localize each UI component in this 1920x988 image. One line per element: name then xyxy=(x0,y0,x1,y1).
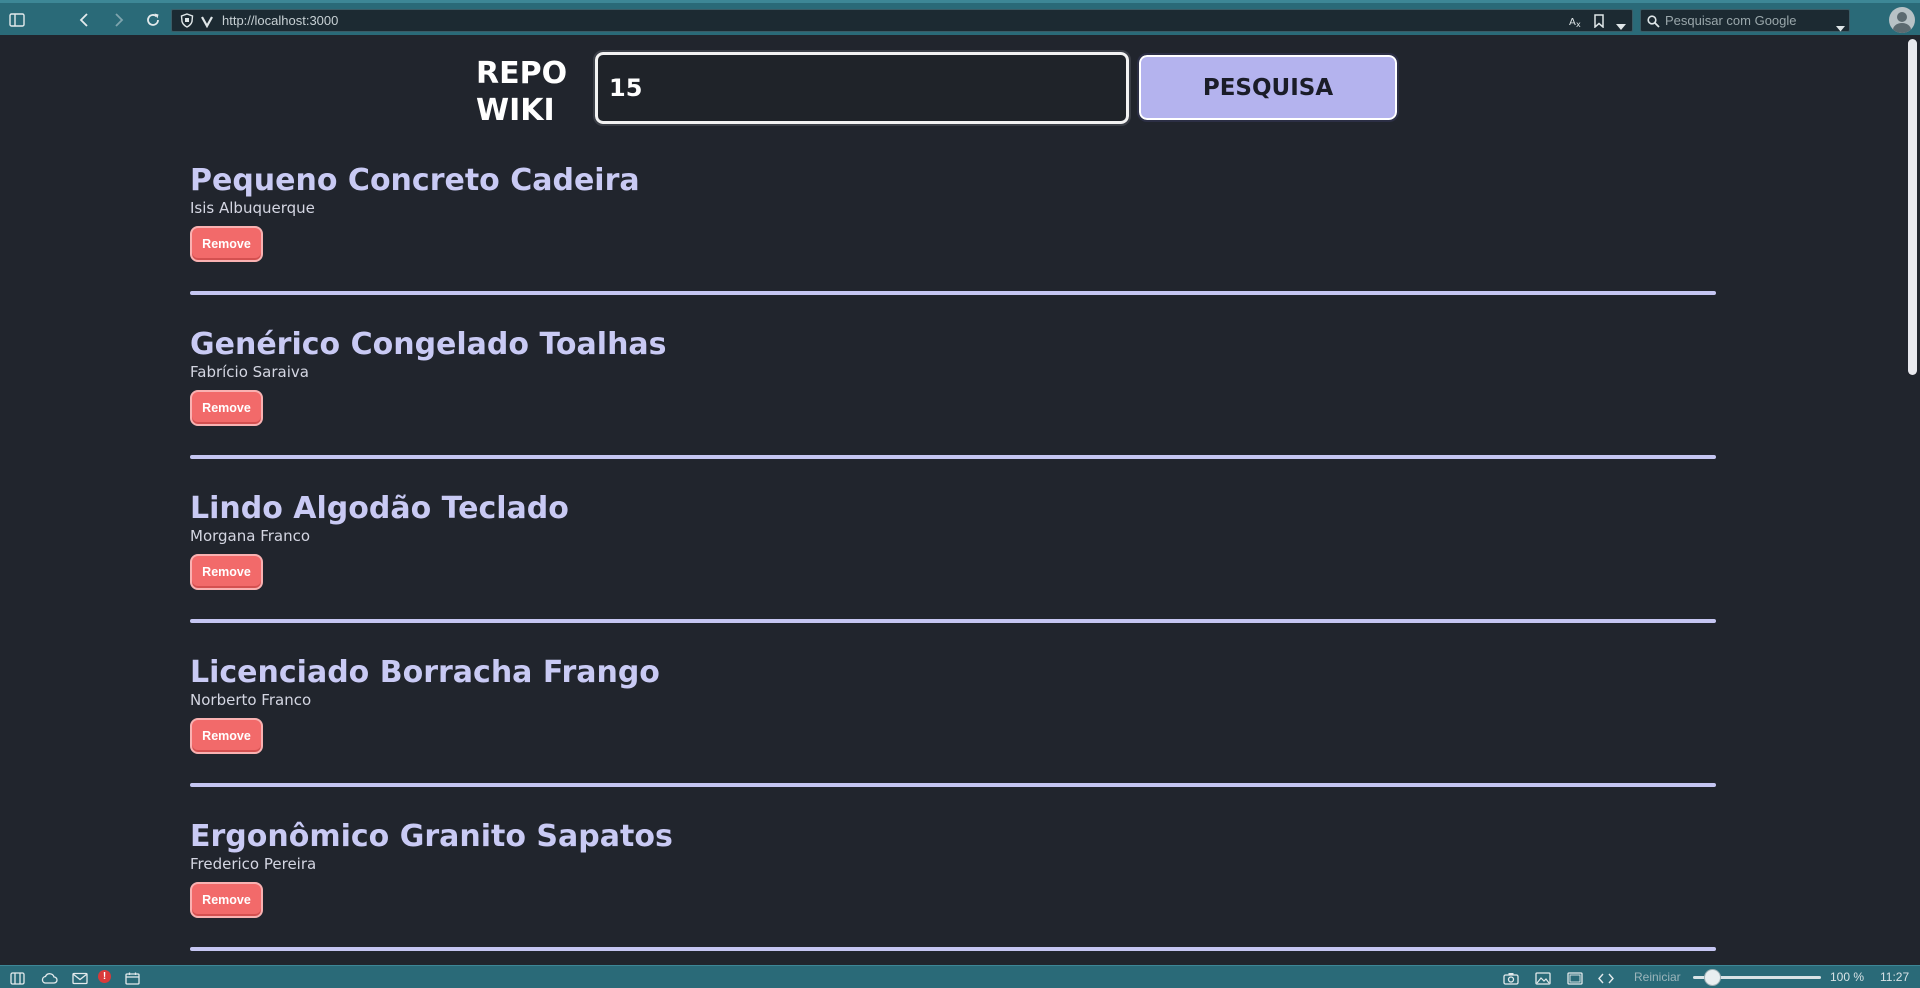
page-tiling-icon[interactable] xyxy=(1567,970,1583,988)
url-text[interactable]: http://localhost:3000 xyxy=(222,13,338,28)
sidebar-toggle-icon[interactable] xyxy=(5,9,29,31)
divider xyxy=(190,455,1716,459)
back-icon[interactable] xyxy=(72,9,96,31)
reload-icon[interactable] xyxy=(141,9,165,31)
remove-button[interactable]: Remove xyxy=(190,226,263,262)
mail-icon[interactable] xyxy=(72,970,88,988)
search-input[interactable] xyxy=(593,50,1131,126)
repo-list: Pequeno Concreto Cadeira Isis Albuquerqu… xyxy=(190,163,1716,965)
sync-cloud-icon[interactable] xyxy=(41,970,58,988)
search-button[interactable]: PESQUISA xyxy=(1137,53,1399,122)
search-engine-dropdown-icon[interactable] xyxy=(1836,17,1845,36)
browser-toolbar: http://localhost:3000 Ax Pesquisar com G… xyxy=(0,0,1920,35)
panel-toggle-icon[interactable] xyxy=(10,970,25,988)
web-search-placeholder: Pesquisar com Google xyxy=(1665,13,1797,28)
list-item: Ergonômico Granito Sapatos Frederico Per… xyxy=(190,819,1716,965)
page-scrollbar[interactable] xyxy=(1905,35,1920,965)
web-search-box[interactable]: Pesquisar com Google xyxy=(1640,9,1850,32)
vivaldi-icon xyxy=(200,13,214,32)
bookmark-icon[interactable] xyxy=(1594,13,1604,32)
remove-button[interactable]: Remove xyxy=(190,390,263,426)
browser-statusbar: ! Reiniciar 100 % 11:27 xyxy=(0,965,1920,988)
svg-text:x: x xyxy=(1576,20,1581,28)
shield-icon[interactable] xyxy=(180,13,194,32)
list-item: Licenciado Borracha Frango Norberto Fran… xyxy=(190,655,1716,819)
logo-line-2: WIKI xyxy=(476,93,555,128)
divider xyxy=(190,619,1716,623)
item-title: Lindo Algodão Teclado xyxy=(190,491,569,526)
zoom-level: 100 % xyxy=(1830,970,1865,984)
search-icon xyxy=(1647,13,1660,32)
remove-button[interactable]: Remove xyxy=(190,718,263,754)
item-title: Pequeno Concreto Cadeira xyxy=(190,163,640,198)
clock: 11:27 xyxy=(1880,970,1910,984)
item-author: Isis Albuquerque xyxy=(190,199,315,217)
list-item: Lindo Algodão Teclado Morgana Franco Rem… xyxy=(190,491,1716,655)
divider xyxy=(190,783,1716,787)
item-author: Frederico Pereira xyxy=(190,855,317,873)
item-author: Fabrício Saraiva xyxy=(190,363,309,381)
list-item: Genérico Congelado Toalhas Fabrício Sara… xyxy=(190,327,1716,491)
calendar-icon[interactable] xyxy=(125,970,140,988)
image-icon[interactable] xyxy=(1535,970,1551,988)
item-author: Morgana Franco xyxy=(190,527,311,545)
forward-icon[interactable] xyxy=(107,9,131,31)
divider xyxy=(190,291,1716,295)
profile-avatar[interactable] xyxy=(1889,7,1915,33)
page-content: REPO WIKI PESQUISA Pequeno Concreto Cade… xyxy=(0,35,1905,965)
list-item: Pequeno Concreto Cadeira Isis Albuquerqu… xyxy=(190,163,1716,327)
item-title: Genérico Congelado Toalhas xyxy=(190,327,667,362)
site-logo: REPO WIKI xyxy=(476,55,567,129)
item-author: Norberto Franco xyxy=(190,691,312,709)
zoom-slider-handle[interactable] xyxy=(1703,969,1721,986)
camera-icon[interactable] xyxy=(1503,970,1519,988)
code-icon[interactable] xyxy=(1598,970,1614,988)
address-bar[interactable]: http://localhost:3000 Ax xyxy=(171,9,1633,32)
logo-line-1: REPO xyxy=(476,56,568,91)
zoom-reset-button[interactable]: Reiniciar xyxy=(1634,970,1681,984)
remove-button[interactable]: Remove xyxy=(190,554,263,590)
svg-text:A: A xyxy=(1569,17,1576,28)
divider xyxy=(190,947,1716,951)
scrollbar-thumb[interactable] xyxy=(1908,39,1917,375)
item-title: Licenciado Borracha Frango xyxy=(190,655,660,690)
alert-icon[interactable]: ! xyxy=(98,970,111,983)
chevron-down-icon[interactable] xyxy=(1616,16,1626,35)
item-title: Ergonômico Granito Sapatos xyxy=(190,819,673,854)
remove-button[interactable]: Remove xyxy=(190,882,263,918)
translate-icon[interactable]: Ax xyxy=(1569,13,1584,32)
